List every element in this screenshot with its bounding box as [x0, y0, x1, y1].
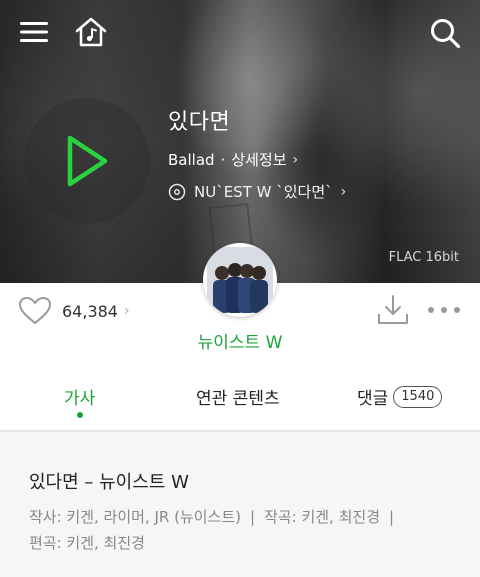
- audio-quality-label: FLAC 16bit: [388, 250, 459, 265]
- detail-link[interactable]: 상세정보: [231, 149, 286, 170]
- tab-comments-label: 댓글: [357, 389, 389, 409]
- album-chevron-icon: ›: [340, 183, 347, 200]
- tab-related-content[interactable]: 연관 콘텐츠: [196, 384, 280, 409]
- tab-comments[interactable]: 댓글 1540: [357, 384, 443, 409]
- menu-icon[interactable]: [16, 14, 52, 50]
- album-link[interactable]: NU`EST W `있다면` ›: [168, 181, 346, 202]
- tab-lyrics[interactable]: 가사: [64, 384, 95, 409]
- song-credits: 작사: 키겐, 라이머, JR (뉴이스트) | 작곡: 키겐, 최진경 | 편곡: …: [29, 504, 469, 556]
- search-icon[interactable]: [426, 14, 464, 52]
- play-button[interactable]: [24, 98, 150, 224]
- arranger-credit: 편곡: 키겐, 최진경: [29, 534, 145, 552]
- play-icon: [67, 135, 108, 187]
- more-icon[interactable]: [428, 300, 460, 320]
- credit-separator: |: [250, 508, 256, 526]
- song-info-line: Ballad · 상세정보 ›: [168, 149, 298, 170]
- genre-label: Ballad: [168, 150, 215, 169]
- song-title: 있다면: [168, 110, 231, 135]
- home-music-icon[interactable]: [72, 14, 110, 50]
- heart-icon: [18, 296, 52, 325]
- lyrics-section: 있다면 – 뉴이스트 W 작사: 키겐, 라이머, JR (뉴이스트) | 작곡: …: [0, 432, 480, 577]
- artist-avatar[interactable]: [203, 243, 277, 317]
- album-art-header: 있다면 Ballad · 상세정보 › NU`EST W `있다면` › FLA…: [0, 0, 480, 283]
- active-tab-indicator: [77, 412, 83, 418]
- download-icon[interactable]: [376, 293, 410, 327]
- content-tabs: 가사 연관 콘텐츠 댓글 1540: [0, 372, 480, 430]
- artist-name[interactable]: 뉴이스트 W: [0, 328, 480, 353]
- credit-separator: |: [389, 508, 395, 526]
- detail-chevron-icon: ›: [292, 151, 299, 168]
- more-dot: [441, 307, 447, 313]
- lyrics-heading: 있다면 – 뉴이스트 W: [29, 472, 189, 493]
- like-count: 64,384: [62, 301, 118, 321]
- lyricist-credit: 작사: 키겐, 라이머, JR (뉴이스트): [29, 508, 242, 526]
- album-name: NU`EST W `있다면`: [194, 183, 333, 201]
- like-button[interactable]: 64,384 ›: [18, 296, 130, 326]
- more-dot: [454, 307, 460, 313]
- like-chevron-icon: ›: [123, 303, 130, 319]
- composer-credit: 작곡: 키겐, 최진경: [264, 508, 381, 526]
- disc-icon: [168, 183, 186, 201]
- comment-count-badge: 1540: [393, 385, 443, 408]
- separator-dot: ·: [220, 150, 226, 169]
- more-dot: [428, 307, 434, 313]
